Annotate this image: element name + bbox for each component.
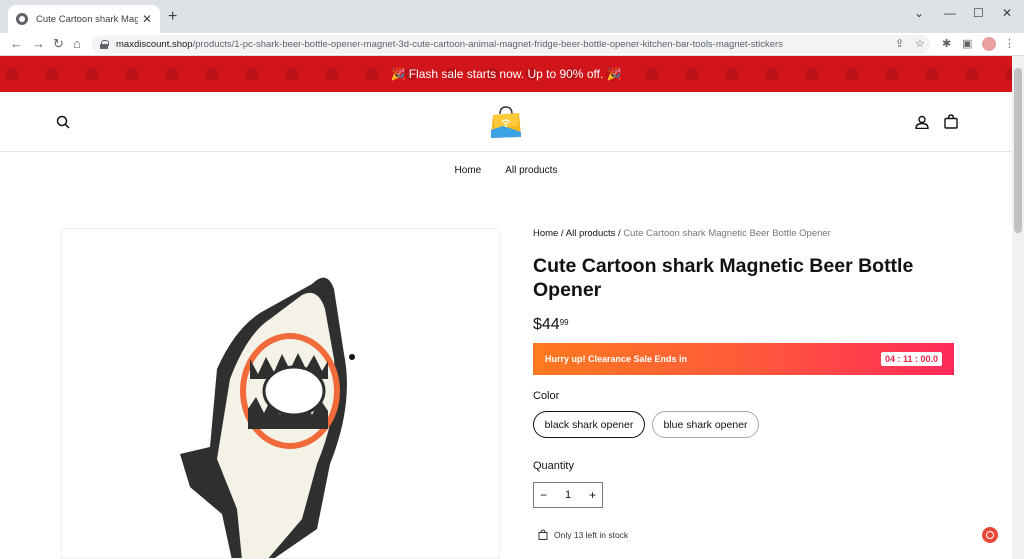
url-domain: maxdiscount.shop [116,39,193,50]
quantity-increase-button[interactable]: + [589,488,596,502]
share-icon[interactable]: ⇪ [895,37,904,50]
store-header [0,92,1012,152]
main-menu: Home All products [0,152,1012,188]
countdown-timer: 04 : 11 : 00.0 [880,352,942,366]
lock-icon [100,40,109,49]
variant-black-shark-opener[interactable]: black shark opener [533,411,645,438]
product-image[interactable] [61,228,500,559]
minimize-icon[interactable]: — [944,6,956,20]
breadcrumb-current: Cute Cartoon shark Magnetic Beer Bottle … [623,228,831,239]
store-logo[interactable] [489,104,523,140]
page-scrollbar[interactable] [1012,56,1024,559]
breadcrumb: Home / All products / Cute Cartoon shark… [533,228,831,239]
tab-title: Cute Cartoon shark Magnetic Be... [36,13,138,25]
announcement-bar: 🎉 Flash sale starts now. Up to 90% off. … [0,56,1012,92]
product-title: Cute Cartoon shark Magnetic Beer Bottle … [533,255,914,301]
bookmark-star-icon[interactable]: ☆ [915,37,925,50]
stock-text: Only 13 left in stock [554,529,629,540]
forward-icon[interactable]: → [32,36,45,51]
close-tab-icon[interactable]: ✕ [142,12,152,26]
variant-blue-shark-opener[interactable]: blue shark opener [652,411,759,438]
close-window-icon[interactable]: ✕ [1002,6,1012,20]
browser-toolbar: ← → ↻ ⌂ maxdiscount.shop/products/1-pc-s… [0,33,1024,56]
price-cents: 99 [559,318,569,327]
sale-text: Hurry up! Clearance Sale Ends in [545,354,688,364]
new-tab-button[interactable]: + [168,8,177,26]
shark-opener-image [180,277,355,558]
quantity-label: Quantity [533,460,574,472]
price-main: $44 [533,316,560,333]
floating-help-icon[interactable] [982,527,998,543]
quantity-stepper: − 1 + [533,482,603,508]
reload-icon[interactable]: ↻ [53,36,64,52]
back-icon[interactable]: ← [10,36,23,51]
clearance-sale-bar: Hurry up! Clearance Sale Ends in 04 : 11… [533,343,954,375]
menu-item-home[interactable]: Home [455,165,482,176]
breadcrumb-separator: / [558,228,566,239]
browser-tab[interactable]: Cute Cartoon shark Magnetic Be... ✕ [8,5,160,33]
menu-kebab-icon[interactable]: ⋮ [1004,37,1015,50]
profile-avatar[interactable] [982,37,996,51]
globe-icon [16,13,28,25]
home-icon[interactable]: ⌂ [73,36,81,51]
cart-icon[interactable] [944,114,958,129]
stock-notice: Only 13 left in stock [538,529,628,540]
maximize-icon[interactable]: ☐ [973,6,984,20]
extensions-icon[interactable]: ✱ [942,37,951,50]
account-icon[interactable] [915,115,929,129]
menu-item-all-products[interactable]: All products [505,165,557,176]
product-price: $4499 [533,316,569,334]
breadcrumb-all-products[interactable]: All products [566,228,616,239]
side-panel-icon[interactable]: ▣ [962,37,972,50]
tab-search-icon[interactable]: ⌄ [914,6,924,20]
search-icon[interactable] [56,115,70,129]
quantity-decrease-button[interactable]: − [540,488,547,502]
announcement-text: 🎉 Flash sale starts now. Up to 90% off. … [390,67,622,81]
bag-icon [538,529,548,540]
quantity-input[interactable]: 1 [565,489,571,501]
browser-tab-bar: Cute Cartoon shark Magnetic Be... ✕ + ⌄ … [0,0,1024,33]
color-label: Color [533,390,560,402]
address-bar[interactable]: maxdiscount.shop/products/1-pc-shark-bee… [92,35,930,54]
scrollbar-thumb[interactable] [1014,68,1022,233]
url-path: /products/1-pc-shark-beer-bottle-opener-… [192,39,783,50]
breadcrumb-home[interactable]: Home [533,228,558,239]
